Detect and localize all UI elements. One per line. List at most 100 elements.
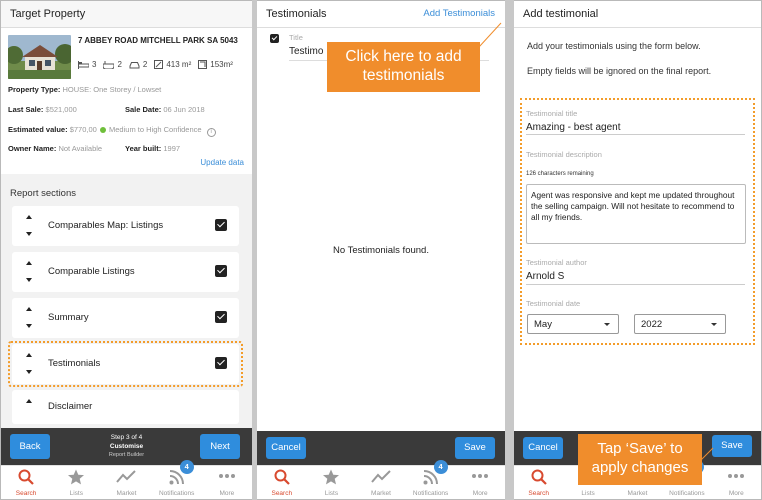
title-input[interactable]: Testimo — [289, 46, 323, 57]
section-checkbox[interactable] — [215, 311, 227, 323]
estimated-value-row: Estimated value: $770,00 Medium to High … — [8, 125, 216, 137]
testimonial-description-label: Testimonial description — [526, 150, 602, 159]
tab-search[interactable]: Search — [257, 466, 307, 499]
testimonial-title-input[interactable]: Amazing - best agent — [526, 122, 621, 133]
tab-market[interactable]: Market — [101, 466, 151, 499]
year-built-row: Year built: 1997 — [125, 144, 181, 153]
wizard-footer: Back Step 3 of 4 Customise Report Builde… — [1, 428, 252, 465]
property-card: 7 ABBEY ROAD MITCHELL PARK SA 5043 3 2 2… — [1, 28, 252, 174]
add-testimonials-callout: Click here to add testimonials — [327, 42, 480, 92]
title-label: Title — [289, 33, 303, 42]
tab-search[interactable]: Search — [514, 466, 563, 499]
report-builder-screen: Target Property 7 ABBEY ROAD MITCHELL PA… — [1, 1, 252, 499]
author-underline — [526, 284, 745, 285]
empty-state-text: No Testimonials found. — [333, 245, 429, 256]
add-testimonial-screen: Add testimonial Add your testimonials us… — [514, 1, 761, 499]
tab-more[interactable]: More — [202, 466, 252, 499]
bed-icon — [78, 60, 89, 69]
move-down-icon[interactable] — [26, 278, 32, 282]
tab-more[interactable]: More — [712, 466, 761, 499]
tab-notifications[interactable]: 4 Notifications — [406, 460, 456, 499]
update-data-link[interactable]: Update data — [200, 158, 244, 167]
house-photo — [8, 35, 71, 79]
page-title: Add testimonial — [523, 8, 599, 20]
cancel-button[interactable]: Cancel — [266, 437, 306, 459]
select-all-checkbox[interactable] — [270, 34, 279, 43]
testimonials-screen: Testimonials Add Testimonials Title Test… — [257, 1, 505, 499]
notification-badge: 4 — [179, 460, 194, 474]
section-item-comparable-listings[interactable]: Comparable Listings — [12, 252, 239, 292]
action-footer: Cancel Save — [257, 431, 505, 465]
form-note: Empty fields will be ignored on the fina… — [527, 66, 712, 76]
property-type-row: Property Type: HOUSE: One Storey / Lowse… — [8, 85, 162, 94]
characters-remaining: 126 characters remaining — [526, 171, 594, 177]
title-underline — [526, 134, 745, 135]
chevron-down-icon — [604, 323, 610, 326]
beds-count: 3 — [92, 60, 97, 69]
tab-bar: Search Lists Market 4 Notifications More — [1, 460, 252, 499]
trend-icon — [371, 470, 391, 483]
year-select[interactable]: 2022 — [634, 314, 726, 334]
search-icon — [531, 469, 547, 485]
report-sections-title: Report sections — [10, 188, 77, 199]
owner-row: Owner Name: Not Available — [8, 144, 103, 153]
testimonial-title-label: Testimonial title — [526, 109, 578, 118]
tab-lists[interactable]: Lists — [307, 466, 357, 499]
last-sale-row: Last Sale: $521,000 — [8, 105, 77, 114]
tab-bar: Search Lists Market 4 Notifications More — [257, 460, 505, 499]
section-item-disclaimer[interactable]: Disclaimer — [12, 390, 239, 424]
floor-area-icon — [198, 60, 208, 69]
header: Testimonials Add Testimonials — [257, 1, 505, 28]
sale-date-row: Sale Date: 06 Jun 2018 — [125, 105, 205, 114]
cancel-button[interactable]: Cancel — [523, 437, 563, 459]
tab-notifications[interactable]: 4 Notifications — [152, 460, 202, 499]
cars-count: 2 — [142, 60, 148, 69]
tab-lists[interactable]: Lists — [51, 466, 101, 499]
confidence-dot-icon — [99, 127, 106, 133]
trend-icon — [116, 470, 137, 483]
more-icon — [472, 474, 489, 478]
move-up-icon[interactable] — [26, 307, 32, 311]
section-checkbox[interactable] — [215, 219, 227, 231]
property-address: 7 ABBEY ROAD MITCHELL PARK SA 5043 — [78, 36, 238, 45]
save-button[interactable]: Save — [455, 437, 495, 459]
header: Target Property — [1, 1, 252, 28]
form-instructions: Add your testimonials using the form bel… — [527, 41, 701, 51]
page-title: Target Property — [10, 8, 86, 20]
testimonial-author-input[interactable]: Arnold S — [526, 271, 564, 282]
notification-badge: 4 — [433, 460, 448, 474]
panel-divider — [505, 0, 514, 500]
floor-area: 153m² — [210, 60, 233, 69]
star-icon — [323, 469, 340, 485]
search-icon — [274, 469, 290, 485]
tab-market[interactable]: Market — [356, 466, 406, 499]
move-down-icon[interactable] — [26, 324, 32, 328]
move-down-icon[interactable] — [26, 232, 32, 236]
section-item-comparables-map[interactable]: Comparables Map: Listings — [12, 206, 239, 246]
tab-more[interactable]: More — [455, 466, 505, 499]
testimonial-description-textarea[interactable]: Agent was responsive and kept me updated… — [526, 184, 746, 244]
move-up-icon[interactable] — [26, 215, 32, 219]
callout-pointer-line — [700, 447, 714, 461]
more-icon — [728, 474, 745, 478]
testimonial-author-label: Testimonial author — [526, 258, 587, 267]
save-button[interactable]: Save — [712, 435, 752, 457]
header: Add testimonial — [514, 1, 761, 28]
page-title: Testimonials — [266, 8, 327, 20]
move-up-icon[interactable] — [26, 399, 32, 403]
move-up-icon[interactable] — [26, 261, 32, 265]
section-item-summary[interactable]: Summary — [12, 298, 239, 338]
bath-icon — [103, 60, 115, 69]
land-size-icon — [154, 60, 164, 69]
month-select[interactable]: May — [527, 314, 619, 334]
add-testimonials-link[interactable]: Add Testimonials — [423, 8, 495, 19]
info-icon[interactable]: i — [206, 128, 216, 137]
car-icon — [129, 61, 140, 68]
section-checkbox[interactable] — [215, 265, 227, 277]
next-button[interactable]: Next — [200, 434, 240, 459]
property-features: 3 2 2 413 m² 153m² — [78, 60, 237, 69]
tab-search[interactable]: Search — [1, 466, 51, 499]
search-icon — [18, 469, 34, 485]
chevron-down-icon — [711, 323, 717, 326]
testimonial-date-label: Testimonial date — [526, 299, 581, 308]
